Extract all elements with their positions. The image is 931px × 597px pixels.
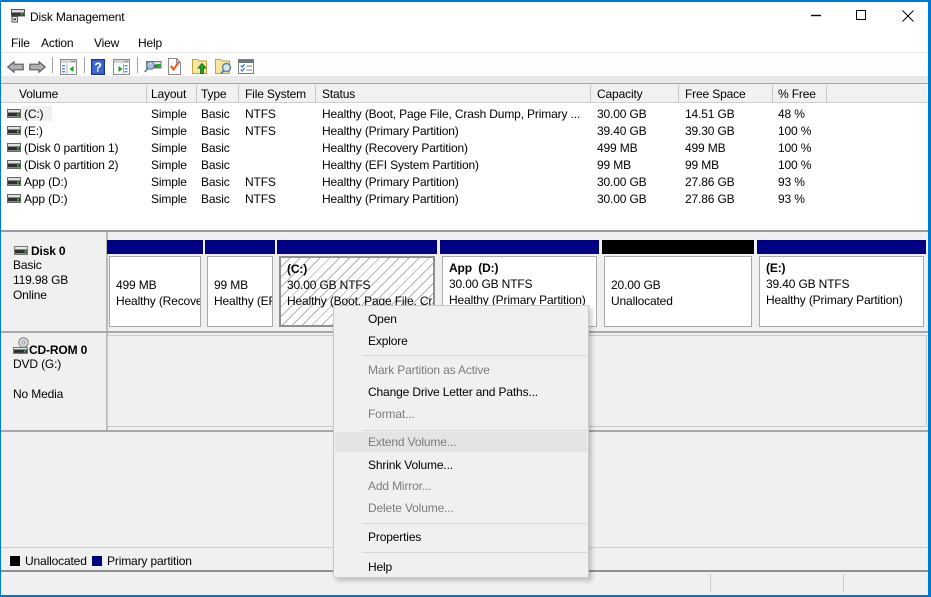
svg-text:?: ? [94, 61, 102, 75]
